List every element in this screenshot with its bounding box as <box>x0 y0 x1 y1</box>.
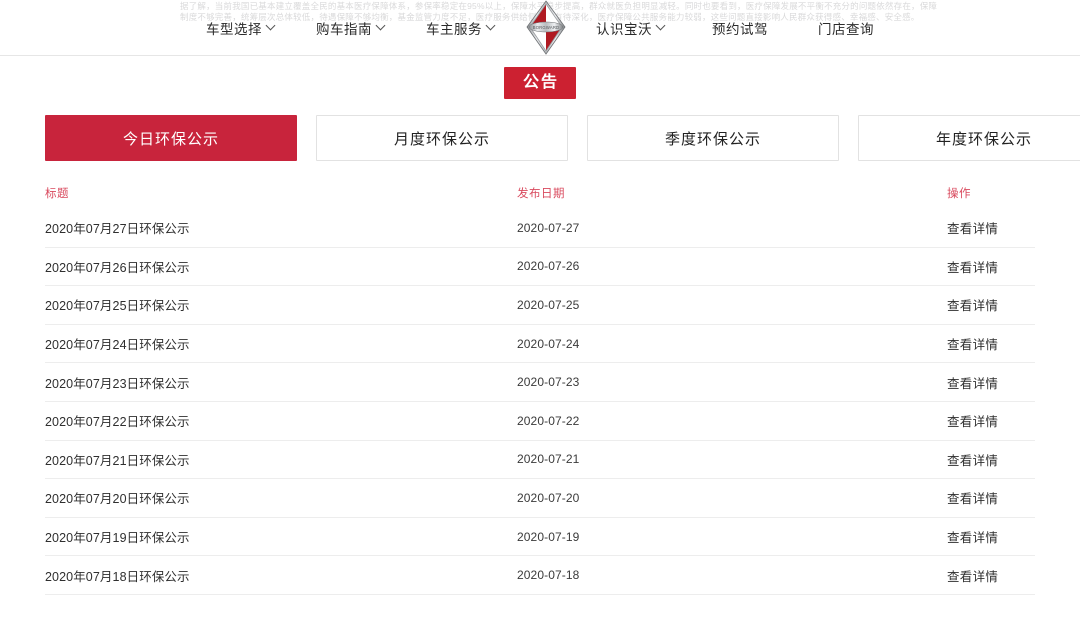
cell-action: 查看详情 <box>909 566 1035 585</box>
table-header-row: 标题 发布日期 操作 <box>45 176 1035 209</box>
tab-label: 今日环保公示 <box>122 130 219 148</box>
tab-label: 季度环保公示 <box>664 130 761 148</box>
tab-label: 年度环保公示 <box>935 130 1032 148</box>
cell-title: 2020年07月20日环保公示 <box>45 492 190 507</box>
nav-item-buying-guide[interactable]: 购车指南 <box>316 18 386 38</box>
cell-title: 2020年07月22日环保公示 <box>45 415 190 430</box>
nav-item-about-borgward[interactable]: 认识宝沃 <box>596 18 666 38</box>
table-row[interactable]: 2020年07月26日环保公示 2020-07-26 查看详情 <box>45 248 1035 287</box>
view-detail-link[interactable]: 查看详情 <box>947 527 998 546</box>
view-detail-link[interactable]: 查看详情 <box>947 257 998 276</box>
cell-date: 2020-07-22 <box>517 413 580 428</box>
nav-item-vehicle-selection[interactable]: 车型选择 <box>206 18 276 38</box>
view-detail-link[interactable]: 查看详情 <box>947 450 998 469</box>
cell-date: 2020-07-23 <box>517 375 580 390</box>
cell-title: 2020年07月27日环保公示 <box>45 222 190 237</box>
cell-date: 2020-07-18 <box>517 568 580 583</box>
column-header-action: 操作 <box>909 185 1035 201</box>
nav-label: 车型选择 <box>206 21 262 37</box>
cell-action: 查看详情 <box>909 218 1035 237</box>
tab-daily-environmental-disclosure[interactable]: 今日环保公示 <box>45 115 297 161</box>
column-header-action-label: 操作 <box>947 187 971 200</box>
cell-action: 查看详情 <box>909 527 1035 546</box>
nav-label: 门店查询 <box>818 21 874 37</box>
view-detail-link[interactable]: 查看详情 <box>947 218 998 237</box>
chevron-down-icon <box>267 21 276 30</box>
disclosure-table: 标题 发布日期 操作 2020年07月27日环保公示 2020-07-27 查看… <box>45 162 1035 595</box>
table-row[interactable]: 2020年07月18日环保公示 2020-07-18 查看详情 <box>45 556 1035 595</box>
tab-quarterly-environmental-disclosure[interactable]: 季度环保公示 <box>587 115 839 161</box>
table-row[interactable]: 2020年07月27日环保公示 2020-07-27 查看详情 <box>45 209 1035 248</box>
cell-action: 查看详情 <box>909 373 1035 392</box>
cell-action: 查看详情 <box>909 411 1035 430</box>
cell-title: 2020年07月24日环保公示 <box>45 338 190 353</box>
table-row[interactable]: 2020年07月22日环保公示 2020-07-22 查看详情 <box>45 402 1035 441</box>
announcement-banner: 公告 <box>0 56 1080 110</box>
table-body: 2020年07月27日环保公示 2020-07-27 查看详情 2020年07月… <box>45 209 1035 595</box>
view-detail-link[interactable]: 查看详情 <box>947 566 998 585</box>
chevron-down-icon <box>377 21 386 30</box>
svg-text:BORGWARD: BORGWARD <box>533 25 560 30</box>
chevron-down-icon <box>487 21 496 30</box>
view-detail-link[interactable]: 查看详情 <box>947 488 998 507</box>
cell-date: 2020-07-26 <box>517 259 580 274</box>
cell-date: 2020-07-20 <box>517 490 580 505</box>
table-row[interactable]: 2020年07月24日环保公示 2020-07-24 查看详情 <box>45 325 1035 364</box>
cell-title: 2020年07月25日环保公示 <box>45 299 190 314</box>
cell-title: 2020年07月26日环保公示 <box>45 260 190 275</box>
announcement-badge[interactable]: 公告 <box>503 66 576 100</box>
nav-label: 预约试驾 <box>712 21 768 37</box>
nav-label: 认识宝沃 <box>596 21 652 37</box>
nav-label: 车主服务 <box>426 21 482 37</box>
cell-action: 查看详情 <box>909 488 1035 507</box>
site-header: 据了解，当前我国已基本建立覆盖全民的基本医疗保障体系，参保率稳定在95%以上，保… <box>0 0 1080 56</box>
cell-date: 2020-07-25 <box>517 297 580 312</box>
nav-item-dealer-search[interactable]: 门店查询 <box>818 18 874 38</box>
category-tabs: 今日环保公示 月度环保公示 季度环保公示 年度环保公示 <box>0 114 1080 162</box>
cell-action: 查看详情 <box>909 450 1035 469</box>
cell-date: 2020-07-19 <box>517 529 580 544</box>
table-row[interactable]: 2020年07月19日环保公示 2020-07-19 查看详情 <box>45 518 1035 557</box>
table-row[interactable]: 2020年07月20日环保公示 2020-07-20 查看详情 <box>45 479 1035 518</box>
nav-item-book-test-drive[interactable]: 预约试驾 <box>712 18 768 38</box>
cell-title: 2020年07月21日环保公示 <box>45 453 190 468</box>
table-row[interactable]: 2020年07月25日环保公示 2020-07-25 查看详情 <box>45 286 1035 325</box>
table-row[interactable]: 2020年07月23日环保公示 2020-07-23 查看详情 <box>45 363 1035 402</box>
tab-annual-environmental-disclosure[interactable]: 年度环保公示 <box>858 115 1080 161</box>
main-navigation: 车型选择 购车指南 车主服务 BORGWARD 认识宝沃 预约试驾 门店查询 <box>0 0 1080 55</box>
view-detail-link[interactable]: 查看详情 <box>947 334 998 353</box>
tab-monthly-environmental-disclosure[interactable]: 月度环保公示 <box>316 115 568 161</box>
borgward-emblem-logo[interactable]: BORGWARD <box>524 0 568 55</box>
cell-action: 查看详情 <box>909 334 1035 353</box>
tab-label: 月度环保公示 <box>393 130 490 148</box>
cell-title: 2020年07月23日环保公示 <box>45 376 190 391</box>
cell-title: 2020年07月18日环保公示 <box>45 569 190 584</box>
cell-date: 2020-07-21 <box>517 452 580 467</box>
cell-date: 2020-07-24 <box>517 336 580 351</box>
nav-item-owner-services[interactable]: 车主服务 <box>426 18 496 38</box>
table-row[interactable]: 2020年07月21日环保公示 2020-07-21 查看详情 <box>45 441 1035 480</box>
view-detail-link[interactable]: 查看详情 <box>947 411 998 430</box>
nav-label: 购车指南 <box>316 21 372 37</box>
cell-action: 查看详情 <box>909 295 1035 314</box>
cell-action: 查看详情 <box>909 257 1035 276</box>
view-detail-link[interactable]: 查看详情 <box>947 295 998 314</box>
cell-date: 2020-07-27 <box>517 220 580 235</box>
view-detail-link[interactable]: 查看详情 <box>947 373 998 392</box>
chevron-down-icon <box>657 21 666 30</box>
column-header-date: 发布日期 <box>517 187 565 200</box>
column-header-title: 标题 <box>45 187 69 200</box>
cell-title: 2020年07月19日环保公示 <box>45 531 190 546</box>
